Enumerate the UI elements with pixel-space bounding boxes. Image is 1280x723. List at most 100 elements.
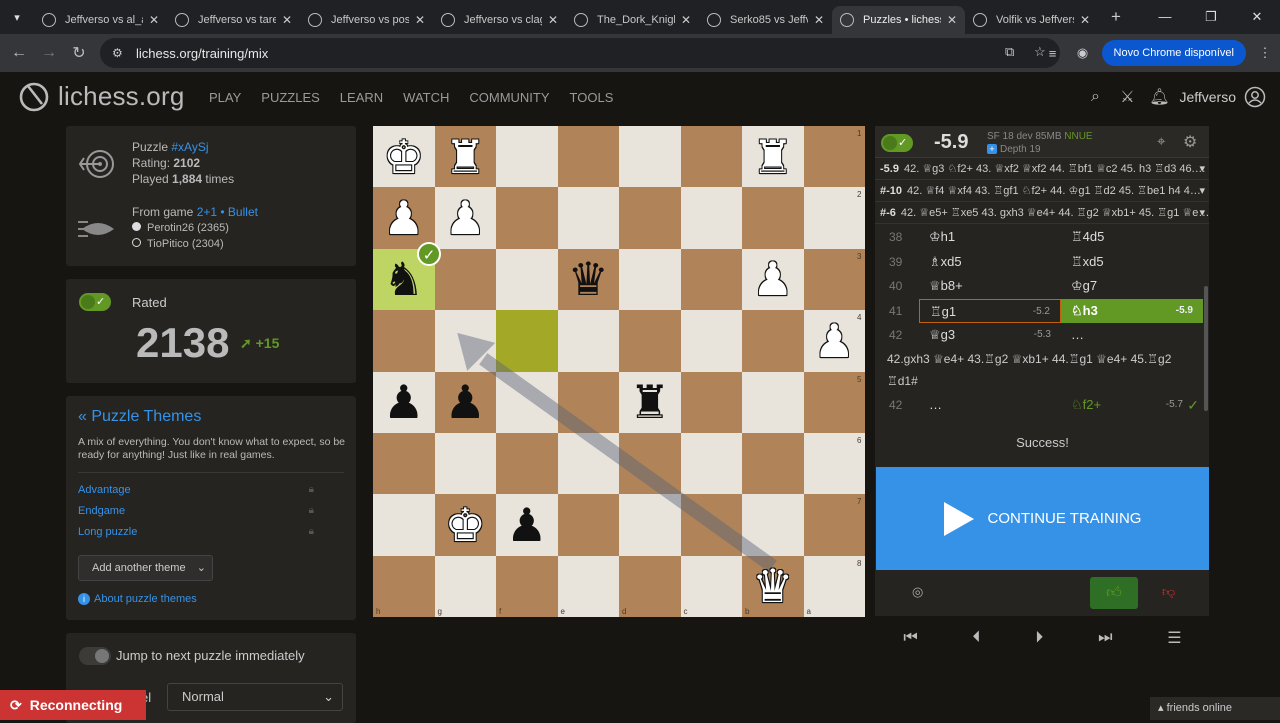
engine-line[interactable]: -5.9 42. ♕g3 ♘f2+ 43. ♕xf2 ♕xf2 44. ♖bf1 … — [875, 159, 1209, 180]
add-theme-select[interactable]: Add another theme ⌄ — [78, 555, 213, 581]
close-tab-icon[interactable]: ✕ — [149, 13, 159, 27]
board-square[interactable] — [557, 187, 619, 249]
challenges-icon[interactable]: ⚔ — [1111, 87, 1143, 107]
board-square[interactable] — [557, 555, 619, 617]
board-square[interactable] — [557, 310, 619, 372]
board-square[interactable] — [680, 371, 742, 433]
browser-tab[interactable]: The_Dork_Knight ✕ — [566, 6, 699, 34]
board-square[interactable] — [496, 555, 558, 617]
game-link[interactable]: 2+1 • Bullet — [197, 205, 258, 219]
chess-piece[interactable]: ♟ — [435, 372, 497, 433]
puzzle-id-link[interactable]: #xAySj — [171, 140, 208, 154]
board-square[interactable] — [496, 187, 558, 249]
board-square[interactable] — [496, 248, 558, 311]
board-square[interactable] — [434, 555, 496, 617]
board-square[interactable] — [373, 432, 435, 495]
close-window-icon[interactable]: ✕ — [1234, 0, 1280, 34]
chess-piece[interactable]: ♜ — [619, 372, 681, 433]
prev-move-icon[interactable]: ⏴ — [973, 629, 981, 647]
board-square[interactable] — [557, 494, 619, 556]
puzzle-themes-link[interactable]: « Puzzle Themes — [78, 408, 201, 426]
board-square[interactable] — [680, 555, 742, 617]
close-tab-icon[interactable]: ✕ — [814, 13, 824, 27]
board-square[interactable] — [373, 494, 435, 556]
black-player[interactable]: TioPitico (2304) — [147, 238, 224, 250]
browser-tab[interactable]: Jeffverso vs tareli ✕ — [167, 6, 300, 34]
close-tab-icon[interactable]: ✕ — [415, 13, 425, 27]
board-square[interactable] — [619, 432, 681, 495]
board-square[interactable] — [680, 126, 742, 188]
close-tab-icon[interactable]: ✕ — [548, 13, 558, 27]
chess-board[interactable]: h g f e d c b a 1 2 3 4 5 6 7 8 ♚ ♜ ♜ ♟ ♟ ♞ ♛ ♟ ♟ ♟ ♟ ♜ ♚ ♟ ♛ ✓ — [373, 126, 865, 617]
theme-item[interactable]: Endgame 🔒︎ — [78, 505, 314, 526]
thumbs-down-icon[interactable]: 👎︎ — [1162, 584, 1175, 600]
board-square[interactable] — [803, 432, 865, 495]
back-icon[interactable]: ← — [4, 44, 34, 62]
board-square[interactable] — [557, 371, 619, 433]
gear-icon[interactable]: ⚙ — [1183, 132, 1197, 152]
analysis-board-icon[interactable]: ◎ — [912, 584, 923, 600]
board-square[interactable] — [619, 555, 681, 617]
minimize-icon[interactable]: — — [1142, 0, 1188, 34]
board-square[interactable] — [619, 248, 681, 311]
board-square[interactable] — [742, 187, 804, 249]
reload-icon[interactable]: ↻ — [64, 43, 94, 63]
notifications-bell-icon[interactable]: 🔔︎ — [1143, 87, 1175, 107]
last-move-icon[interactable]: ⏭ — [1098, 629, 1112, 647]
forward-icon[interactable]: → — [34, 44, 64, 62]
engine-line[interactable]: #-10 42. ♕f4 ♕xf4 43. ♖gf1 ♘f2+ 44. ♔g1 ♖… — [875, 181, 1209, 202]
continue-training-button[interactable]: CONTINUE TRAINING — [876, 467, 1209, 570]
moves-scrollbar[interactable] — [1204, 286, 1208, 411]
board-square[interactable] — [373, 310, 435, 372]
chess-piece[interactable]: ♚ — [373, 126, 435, 187]
board-square[interactable] — [434, 248, 496, 311]
move-black[interactable]: ♔g7 — [1061, 274, 1203, 298]
nav-item[interactable]: WATCH — [403, 90, 449, 105]
board-square[interactable] — [803, 126, 865, 188]
jump-toggle[interactable] — [79, 647, 111, 665]
board-square[interactable] — [373, 555, 435, 617]
board-square[interactable] — [803, 248, 865, 311]
board-square[interactable] — [496, 432, 558, 495]
engine-line[interactable]: #-6 42. ♕e5+ ♖xe5 43. gxh3 ♕e4+ 44. ♖g2 ♕… — [875, 203, 1209, 224]
reading-list-icon[interactable]: ≡ — [1038, 46, 1068, 61]
user-menu[interactable]: Jeffverso — [1179, 89, 1236, 105]
board-square[interactable] — [619, 310, 681, 372]
move-white[interactable]: ♕g3 -5.3 — [919, 323, 1061, 347]
chess-piece[interactable]: ♟ — [742, 249, 804, 310]
browser-tab[interactable]: Jeffverso vs clagi ✕ — [433, 6, 566, 34]
chrome-menu-icon[interactable]: ⋮ — [1250, 45, 1280, 61]
board-square[interactable] — [680, 494, 742, 556]
variation-line[interactable]: 42.gxh3 ♕e4+ 43.♖g2 ♕xb1+ 44.♖g1 ♕e4+ 45… — [887, 348, 1197, 392]
move-black[interactable]: ♖xd5 — [1061, 250, 1203, 274]
new-tab-button[interactable]: + — [1102, 7, 1130, 27]
board-square[interactable] — [619, 126, 681, 188]
chess-piece[interactable]: ♛ — [742, 556, 804, 617]
move-white[interactable]: ♖g1 -5.2 — [919, 298, 1061, 323]
move-black[interactable]: … — [1061, 323, 1203, 347]
chess-piece[interactable]: ♟ — [373, 372, 435, 433]
next-move-icon[interactable]: ⏵ — [1035, 629, 1043, 647]
close-tab-icon[interactable]: ✕ — [282, 13, 292, 27]
search-icon[interactable]: ⌕ — [1079, 88, 1111, 106]
address-bar[interactable]: ⚙ lichess.org/training/mix ⧉ ☆ — [100, 38, 1060, 68]
rated-toggle[interactable]: ✓ — [79, 293, 111, 311]
chess-piece[interactable]: ♛ — [558, 249, 620, 310]
nav-item[interactable]: PLAY — [209, 90, 241, 105]
browser-tab[interactable]: Jeffverso vs al_ar ✕ — [34, 6, 167, 34]
board-square[interactable] — [619, 187, 681, 249]
chess-piece[interactable]: ♜ — [435, 126, 497, 187]
board-square[interactable] — [680, 310, 742, 372]
target-settings-icon[interactable]: ⌖ — [1157, 133, 1165, 150]
browser-tab[interactable]: Jeffverso vs posn ✕ — [300, 6, 433, 34]
first-move-icon[interactable]: ⏮ — [903, 629, 917, 647]
profile-icon[interactable]: ◉ — [1068, 45, 1098, 61]
chess-piece[interactable]: ♟ — [496, 494, 558, 555]
board-square[interactable] — [619, 494, 681, 556]
engine-toggle[interactable]: ✓ — [881, 134, 913, 152]
board-square[interactable] — [742, 371, 804, 433]
board-square[interactable] — [680, 432, 742, 495]
board-square[interactable] — [742, 432, 804, 495]
install-app-icon[interactable]: ⧉ — [1005, 44, 1014, 60]
chess-piece[interactable]: ♚ — [435, 494, 497, 555]
